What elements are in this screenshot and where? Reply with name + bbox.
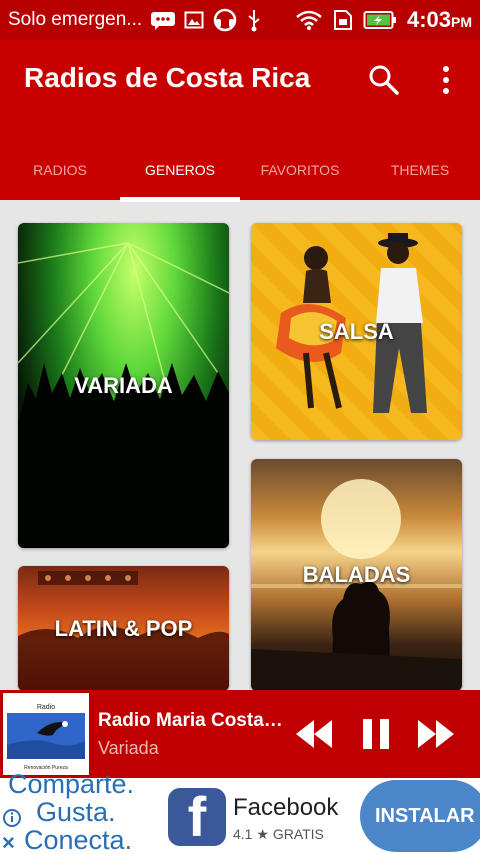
tab-radios[interactable]: RADIOS — [0, 140, 120, 200]
station-genre: Variada — [98, 738, 159, 758]
genre-card-salsa[interactable]: SALSA — [251, 223, 462, 440]
ad-info-icon[interactable] — [2, 808, 22, 828]
sim-icon — [333, 10, 352, 30]
genre-label-salsa: SALSA — [319, 318, 394, 344]
station-name: Radio Maria Costa Rica — [98, 710, 288, 731]
ad-close-icon[interactable]: × — [2, 830, 15, 854]
fast-forward-icon[interactable] — [416, 716, 456, 752]
ad-app-name: Facebook — [233, 794, 339, 821]
now-playing-bar[interactable]: Radio Renovación Pureza Radio Maria Cost… — [0, 690, 480, 778]
genre-card-latin-pop[interactable]: LATIN & POP — [18, 566, 229, 691]
tab-themes[interactable]: THEMES — [360, 140, 480, 200]
app-title: Radios de Costa Rica — [24, 62, 311, 93]
wifi-icon — [296, 10, 322, 30]
messages-icon — [151, 12, 176, 30]
genre-label-baladas: BALADAS — [302, 562, 411, 587]
status-bar: Solo emergen... 4:03PM — [0, 0, 480, 40]
tab-bar: RADIOS GENEROS FAVORITOS THEMES — [0, 140, 480, 202]
more-options-icon[interactable] — [432, 62, 460, 98]
ad-rating: 4.1 ★ GRATIS — [233, 826, 324, 842]
pause-icon[interactable] — [360, 716, 392, 752]
ad-slogan: Comparte. Gusta. Conecta. — [8, 769, 135, 854]
tab-generos[interactable]: GENEROS — [120, 140, 240, 202]
facebook-logo-icon: f — [168, 788, 226, 846]
carrier-label: Solo emergen... — [8, 9, 143, 30]
gallery-icon — [184, 11, 204, 29]
rewind-icon[interactable] — [294, 716, 334, 752]
clock: 4:03PM — [406, 7, 472, 32]
system-icons: 4:03PM — [295, 7, 472, 33]
station-logo-title: Radio — [37, 704, 55, 711]
tab-favoritos[interactable]: FAVORITOS — [240, 140, 360, 200]
genre-card-variada[interactable]: VARIADA — [18, 223, 229, 548]
genre-label-latin-pop: LATIN & POP — [54, 615, 193, 641]
app-bar: Radios de Costa Rica RADIOS GENEROS FAVO… — [0, 40, 480, 202]
ad-banner[interactable]: Comparte. Gusta. Conecta. × f Facebook 4… — [0, 770, 480, 854]
star-icon: ★ — [256, 826, 269, 842]
notification-icons — [150, 7, 262, 33]
genre-label-variada: VARIADA — [74, 372, 173, 398]
usb-icon — [248, 10, 260, 32]
genre-card-baladas[interactable]: BALADAS — [251, 459, 462, 691]
station-logo: Radio Renovación Pureza — [2, 692, 90, 776]
search-icon[interactable] — [366, 62, 402, 98]
headset-icon — [213, 8, 237, 32]
install-button[interactable]: INSTALAR — [360, 780, 480, 852]
battery-charging-icon — [363, 11, 396, 29]
